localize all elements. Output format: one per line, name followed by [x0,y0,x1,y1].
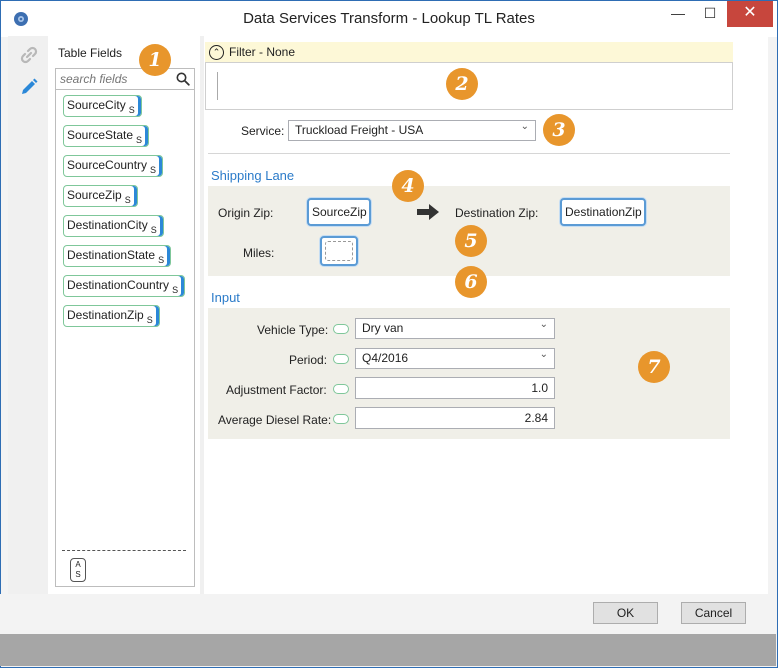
section-divider [208,153,730,154]
average-diesel-rate-input[interactable]: 2.84 [355,407,555,429]
search-icon[interactable] [176,72,190,86]
vehicle-type-value: Dry van [362,321,404,335]
field-name: SourceZip [67,188,122,202]
callout-badge: 7 [638,351,670,383]
arrow-right-icon [417,204,439,220]
field-chip-sourcecity[interactable]: SourceCity S [63,95,142,117]
filter-bar[interactable]: ⌃ Filter - None [205,42,733,62]
period-select[interactable]: Q4/2016 ⌄ [355,348,555,369]
pencil-icon[interactable] [18,76,40,98]
destination-zip-field[interactable]: DestinationZip [560,198,646,226]
panel-splitter[interactable] [200,36,204,594]
field-name: DestinationZip [67,308,144,322]
adjustment-factor-label: Adjustment Factor: [226,383,327,397]
field-type: S [172,285,179,295]
average-diesel-rate-bind-toggle[interactable] [333,414,349,424]
chevron-down-icon: ⌄ [520,121,529,132]
field-type: S [128,105,135,115]
service-label: Service: [241,124,285,138]
minimize-button[interactable]: — [663,1,693,27]
cancel-button[interactable]: Cancel [681,602,746,624]
chevron-down-icon: ⌄ [539,349,548,360]
field-name: SourceState [67,128,134,142]
adjustment-factor-input[interactable]: 1.0 [355,377,555,399]
field-type: S [146,315,153,325]
callout-badge: 4 [392,170,424,202]
field-chip-destinationcountry[interactable]: DestinationCountry S [63,275,186,297]
text-cursor [217,72,218,100]
dialog-footer [0,594,776,634]
average-diesel-rate-label: Average Diesel Rate: [218,413,332,427]
adjustment-factor-bind-toggle[interactable] [333,384,349,394]
sort-toggle-bottom: S [75,570,81,579]
callout-badge: 2 [446,68,478,100]
miles-field[interactable] [320,236,358,266]
destination-zip-label: Destination Zip: [455,206,539,220]
title-bar: Data Services Transform - Lookup TL Rate… [1,1,777,37]
chevron-up-icon[interactable]: ⌃ [209,45,224,60]
service-select[interactable]: Truckload Freight - USA ⌄ [288,120,536,141]
maximize-button[interactable]: ☐ [695,1,725,27]
field-type: S [136,135,143,145]
origin-zip-label: Origin Zip: [218,206,274,220]
period-value: Q4/2016 [362,351,409,365]
period-bind-toggle[interactable] [333,354,349,364]
chevron-down-icon: ⌄ [539,319,548,330]
service-value: Truckload Freight - USA [295,123,424,137]
field-name: DestinationState [67,248,156,262]
field-chip-sourcecountry[interactable]: SourceCountry S [63,155,164,177]
period-label: Period: [289,353,328,367]
sort-toggle[interactable]: AS [70,558,86,582]
vehicle-type-select[interactable]: Dry van ⌄ [355,318,555,339]
window-title: Data Services Transform - Lookup TL Rate… [243,10,535,27]
ok-button[interactable]: OK [593,602,658,624]
callout-badge: 6 [455,266,487,298]
status-bar [0,634,776,666]
field-chip-sourcestate[interactable]: SourceState S [63,125,150,147]
search-box [55,68,195,90]
link-icon[interactable] [18,44,40,66]
field-name: DestinationCity [67,218,148,232]
shipping-lane-heading: Shipping Lane [211,168,295,183]
close-button[interactable]: ✕ [727,1,773,27]
miles-label: Miles: [243,246,275,260]
fields-list: SourceCity S SourceState S SourceCountry S … [55,90,195,587]
field-type: S [150,165,157,175]
field-type: S [158,255,165,265]
field-type: S [150,225,157,235]
field-chip-destinationcity[interactable]: DestinationCity S [63,215,164,237]
callout-badge: 1 [139,44,171,76]
origin-zip-field[interactable]: SourceZip [307,198,371,226]
filter-label: Filter - None [229,45,296,59]
field-chip-destinationzip[interactable]: DestinationZip S [63,305,160,327]
input-heading: Input [211,290,240,305]
callout-badge: 5 [455,225,487,257]
callout-badge: 3 [543,114,575,146]
vehicle-type-label: Vehicle Type: [257,323,329,337]
list-divider [62,550,186,551]
table-fields-label: Table Fields [58,46,123,60]
tool-strip [8,36,48,594]
field-name: SourceCountry [67,158,148,172]
vehicle-type-bind-toggle[interactable] [333,324,349,334]
field-type: S [124,195,131,205]
field-chip-sourcezip[interactable]: SourceZip S [63,185,138,207]
field-name: SourceCity [67,98,126,112]
field-chip-destinationstate[interactable]: DestinationState S [63,245,172,267]
sort-toggle-top: A [75,560,81,569]
field-name: DestinationCountry [67,278,170,292]
empty-drop-zone [325,241,353,261]
